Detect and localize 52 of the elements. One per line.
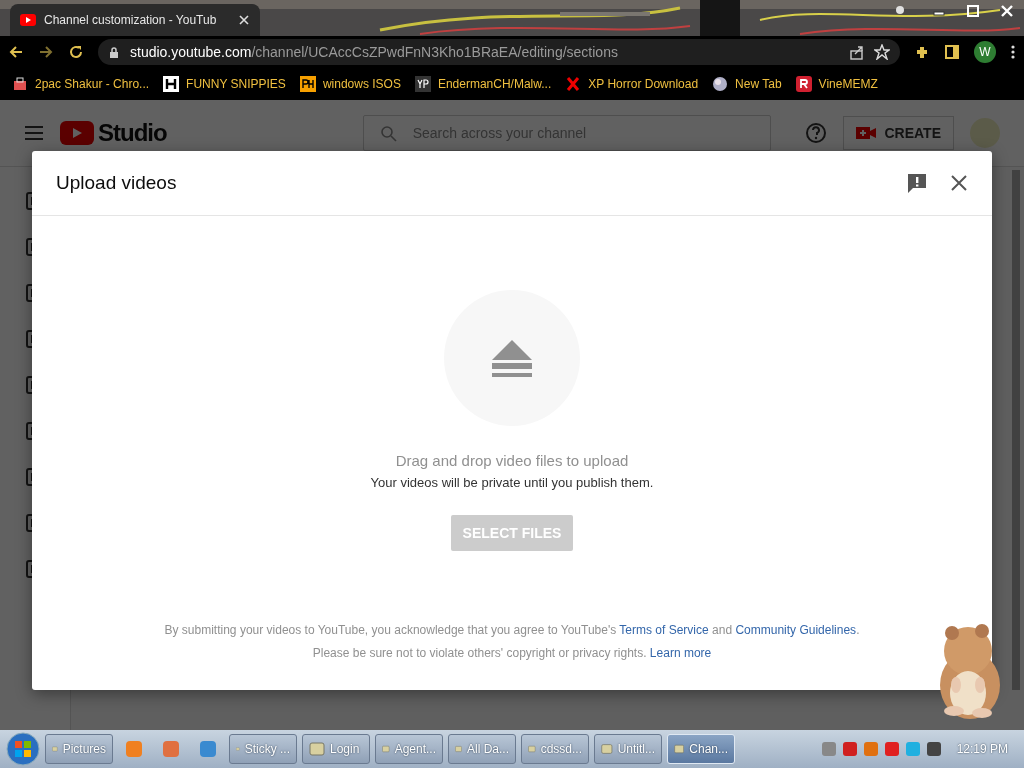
studio-logo[interactable]: Studio: [60, 119, 167, 147]
dialog-title: Upload videos: [56, 172, 178, 194]
bookmark[interactable]: EndermanCH/Malw...: [414, 76, 552, 92]
legal-text: Please be sure not to violate others' copyright or privacy rights. Learn more: [312, 646, 712, 660]
start-button[interactable]: [6, 732, 40, 766]
help-icon[interactable]: [805, 122, 828, 144]
bag-icon: [12, 76, 28, 92]
link[interactable]: Terms of Service: [619, 623, 709, 637]
bookmark[interactable]: XP Horror Download: [565, 76, 699, 92]
bookmark[interactable]: windows ISOS: [299, 76, 401, 92]
share-icon[interactable]: [849, 44, 864, 60]
globe-icon: [712, 76, 729, 92]
profile-avatar[interactable]: W: [974, 41, 996, 63]
bookmark[interactable]: VineMEMZ: [795, 76, 878, 92]
close-icon[interactable]: [950, 174, 968, 192]
maximize-icon[interactable]: [966, 4, 980, 18]
youtube-icon: [60, 121, 94, 145]
window-icon: [309, 741, 325, 757]
window-icon: [601, 741, 613, 757]
tray-icon[interactable]: [925, 741, 942, 757]
bookmark[interactable]: FUNNY SNIPPIES: [163, 76, 286, 92]
letter-icon: [163, 76, 180, 92]
legal-text: By submitting your videos to YouTube, you acknowledge that you agree to YouTube's Terms of Service and Community Guidelines.: [164, 623, 860, 637]
link[interactable]: Learn more: [649, 646, 712, 660]
search-icon: [379, 124, 397, 142]
feedback-icon[interactable]: [906, 172, 928, 194]
puzzle-icon[interactable]: [914, 44, 930, 60]
letter-icon: [795, 76, 812, 92]
privacy-note: Your videos will be private until you publish them.: [370, 475, 654, 490]
cross-icon: [565, 76, 582, 92]
forward-icon[interactable]: [38, 44, 54, 60]
reload-icon[interactable]: [68, 44, 84, 60]
side-panel-icon[interactable]: [944, 44, 960, 60]
browser-tab[interactable]: Channel customization - YouTub: [10, 4, 260, 36]
create-button[interactable]: CREATE: [843, 116, 954, 150]
bookmark[interactable]: New Tab: [712, 76, 782, 92]
window-icon: [674, 741, 685, 757]
taskbar-button[interactable]: Chan...: [667, 734, 735, 764]
upload-icon[interactable]: [492, 339, 532, 377]
bookmark[interactable]: 2pac Shakur - Chro...: [12, 76, 150, 92]
letter-icon: [414, 76, 431, 92]
scrollbar[interactable]: [1012, 170, 1020, 690]
youtube-icon: [20, 12, 36, 28]
letter-icon: [299, 76, 316, 92]
upload-heading: Drag and drop video files to upload: [395, 452, 629, 469]
back-icon[interactable]: [8, 44, 24, 60]
menu-icon[interactable]: [1010, 44, 1016, 60]
camera-icon: [856, 125, 877, 141]
address-bar[interactable]: studio.youtube.com/channel/UCAccCsZPwdFnN3Kho1BRaEA/editing/sections: [98, 39, 900, 65]
lock-icon: [108, 45, 120, 59]
tray-icon[interactable]: [841, 741, 858, 757]
star-icon[interactable]: [874, 44, 890, 60]
